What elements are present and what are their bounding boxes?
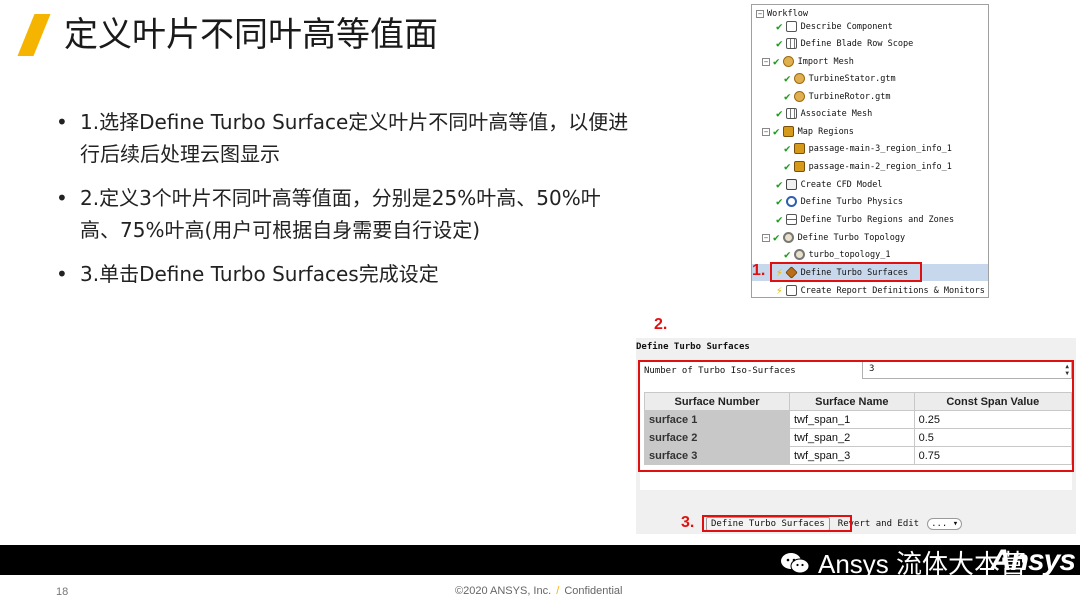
collapse-icon[interactable]: −	[762, 127, 770, 136]
workflow-item-define-turbo-physics[interactable]: ✔ Define Turbo Physics	[776, 193, 988, 210]
span-value-cell[interactable]: 0.75	[913, 446, 1073, 465]
check-icon: ✔	[784, 72, 791, 85]
span-value-cell[interactable]: 0.5	[913, 428, 1073, 447]
check-icon: ✔	[784, 90, 791, 103]
workflow-item-passage-main-2[interactable]: ✔ passage-main-2_region_info_1	[784, 158, 988, 175]
workflow-item-turbo-topology-1[interactable]: ✔ turbo_topology_1	[784, 246, 988, 263]
bullet-item: • 1.选择Define Turbo Surface定义叶片不同叶高等值，以便进行…	[56, 110, 629, 166]
check-icon: ✔	[784, 248, 791, 261]
bullet-list: • 1.选择Define Turbo Surface定义叶片不同叶高等值，以便进行…	[56, 106, 636, 302]
iso-surfaces-label: Number of Turbo Iso-Surfaces	[644, 366, 796, 376]
ansys-logo: Ansys	[990, 544, 1076, 577]
mesh-icon	[793, 91, 805, 102]
workflow-item-import-mesh[interactable]: − ✔ Import Mesh	[762, 53, 988, 70]
lightning-icon: ⚡	[776, 284, 783, 297]
workflow-item-describe-component[interactable]: ✔ Describe Component	[776, 18, 988, 35]
check-icon: ✔	[776, 107, 783, 120]
check-icon: ✔	[784, 142, 791, 155]
slide-title: 定义叶片不同叶高等值面	[64, 15, 438, 55]
surface-name-cell[interactable]: twf_span_3	[789, 446, 915, 465]
lightning-icon: ⚡	[776, 266, 783, 279]
topology-icon	[782, 232, 794, 243]
workflow-item-map-regions[interactable]: − ✔ Map Regions	[762, 123, 988, 140]
map-icon	[793, 143, 805, 154]
workflow-item-passage-main-3[interactable]: ✔ passage-main-3_region_info_1	[784, 140, 988, 157]
collapse-icon[interactable]: −	[762, 233, 770, 242]
cfd-icon	[785, 179, 797, 190]
table-row: surface 2 twf_span_2 0.5	[644, 428, 1073, 447]
workflow-tree: − Workflow ✔ Describe Component ✔ Define B…	[751, 4, 989, 298]
collapse-icon[interactable]: −	[756, 9, 764, 18]
chevron-down-icon: ▾	[952, 519, 959, 529]
check-icon: ✔	[776, 37, 783, 50]
table-row: surface 1 twf_span_1 0.25	[644, 410, 1073, 429]
workflow-item-create-report-definitions[interactable]: ⚡ Create Report Definitions & Monitors	[776, 282, 988, 297]
check-icon: ✔	[773, 55, 780, 68]
column-header[interactable]: Const Span Value	[913, 392, 1073, 411]
column-header[interactable]: Surface Name	[789, 392, 915, 411]
spinner-arrows-icon[interactable]: ▲ ▼	[1065, 363, 1069, 377]
more-options-select[interactable]: ... ▾	[927, 518, 963, 530]
define-turbo-surfaces-button[interactable]: Define Turbo Surfaces	[706, 517, 830, 531]
surface-name-cell[interactable]: twf_span_2	[789, 428, 915, 447]
step2-label: 2.	[654, 316, 668, 333]
surface-number-cell: surface 3	[644, 446, 790, 465]
panel-buttons: Define Turbo Surfaces Revert and Edit ..…	[706, 517, 963, 531]
column-header[interactable]: Surface Number	[644, 392, 790, 411]
revert-and-edit-button[interactable]: Revert and Edit	[834, 518, 923, 530]
map-icon	[793, 161, 805, 172]
panel-content: Number of Turbo Iso-Surfaces 3 ▲ ▼ Surfac…	[640, 360, 1073, 490]
title-accent-bar	[17, 14, 51, 56]
workflow-item-define-turbo-surfaces[interactable]: ⚡ Define Turbo Surfaces	[752, 264, 988, 281]
document-icon	[785, 21, 797, 32]
workflow-item-create-cfd-model[interactable]: ✔ Create CFD Model	[776, 176, 988, 193]
table-row: surface 3 twf_span_3 0.75	[644, 446, 1073, 465]
panel-title: Define Turbo Surfaces	[636, 342, 750, 352]
mesh-icon	[782, 56, 794, 67]
check-icon: ✔	[773, 231, 780, 244]
map-icon	[782, 126, 794, 137]
copyright: ©2020 ANSYS, Inc. / Confidential	[455, 585, 623, 597]
workflow-item-turbinerotor[interactable]: ✔ TurbineRotor.gtm	[784, 88, 988, 105]
topology-icon	[793, 249, 805, 260]
bullet-item: • 3.单击Define Turbo Surfaces完成设定	[56, 262, 439, 286]
workflow-item-define-blade-row-scope[interactable]: ✔ Define Blade Row Scope	[776, 35, 988, 52]
step1-label: 1.	[752, 262, 766, 279]
collapse-icon[interactable]: −	[762, 57, 770, 66]
step3-label: 3.	[681, 514, 695, 531]
bullet-item: • 2.定义3个叶片不同叶高等值面，分别是25%叶高、50%叶高、75%叶高(用户…	[56, 186, 601, 242]
workflow-item-associate-mesh[interactable]: ✔ Associate Mesh	[776, 105, 988, 122]
mesh-icon	[793, 73, 805, 84]
surface-number-cell: surface 2	[644, 428, 790, 447]
iso-surfaces-input[interactable]: 3 ▲ ▼	[862, 361, 1072, 379]
wechat-icon	[781, 552, 810, 573]
physics-icon	[785, 196, 797, 207]
surface-name-cell[interactable]: twf_span_1	[789, 410, 915, 429]
grid-icon	[785, 108, 797, 119]
check-icon: ✔	[776, 20, 783, 33]
check-icon: ✔	[776, 195, 783, 208]
surface-number-cell: surface 1	[644, 410, 790, 429]
workflow-item-turbinestator[interactable]: ✔ TurbineStator.gtm	[784, 70, 988, 87]
workflow-item-define-turbo-topology[interactable]: − ✔ Define Turbo Topology	[762, 229, 988, 246]
grid-icon	[785, 38, 797, 49]
workflow-item-define-turbo-regions[interactable]: ✔ Define Turbo Regions and Zones	[776, 211, 988, 228]
define-turbo-surfaces-panel: Define Turbo Surfaces Number of Turbo Is…	[636, 338, 1076, 534]
check-icon: ✔	[776, 178, 783, 191]
check-icon: ✔	[773, 125, 780, 138]
span-value-cell[interactable]: 0.25	[913, 410, 1073, 429]
zones-icon	[785, 214, 797, 225]
surface-icon	[784, 266, 798, 279]
check-icon: ✔	[784, 160, 791, 173]
page-number: 18	[56, 586, 69, 598]
report-icon	[785, 285, 797, 296]
surfaces-table: Surface Number Surface Name Const Span V…	[644, 392, 1073, 465]
check-icon: ✔	[776, 213, 783, 226]
